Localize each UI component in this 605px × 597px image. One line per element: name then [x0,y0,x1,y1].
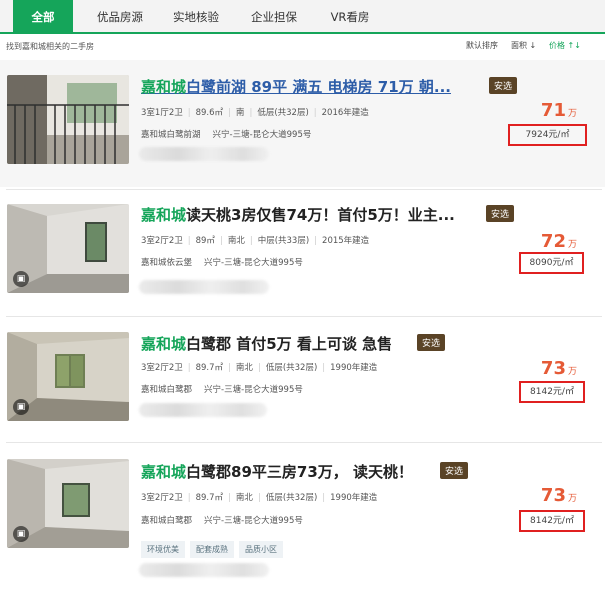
blurred-agent-info [139,147,269,161]
layout: 3室2厅2卫 [141,236,183,246]
tag: 环境优美 [141,541,185,558]
sort-by-price[interactable]: 价格 ↑↓ [549,40,581,51]
listing-card[interactable]: ▣ 嘉和城白鹭郡89平三房73万， 读天桃！ 安选 3室2厅2卫 | 89.7㎡ | 南… [0,443,605,597]
listing-meta: 3室2厅2卫 | 89.7㎡ | 南北 | 低层(共32层) | 1990年建造 [141,363,378,373]
floor: 低层(共32层) [265,363,318,373]
area: 89.7㎡ [195,493,224,503]
anxuan-badge: 安选 [440,462,469,479]
listing-address: 嘉和城依云堡 兴宁-三塘-昆仑大道995号 [141,256,303,268]
title-text: 读天桃3房仅售74万！首付5万！业主... [186,206,455,224]
listing-card[interactable]: ▣ 嘉和城白鹭郡 首付5万 看上可谈 急售 安选 3室2厅2卫 | 89.7㎡ | 南北… [0,317,605,440]
tag: 配套成熟 [190,541,234,558]
listing-photo[interactable]: ▣ [7,332,129,421]
gallery-icon[interactable]: ▣ [13,271,29,287]
listing-title[interactable]: 嘉和城白鹭前湖 89平 满五 电梯房 71万 朝... [141,76,451,97]
community-link[interactable]: 嘉和城依云堡 [141,258,192,268]
build-year: 2016年建造 [321,108,369,118]
build-year: 2015年建造 [322,236,370,246]
layout: 3室1厅2卫 [141,108,183,118]
build-year: 1990年建造 [330,493,378,503]
total-price: 71 万 [540,100,577,121]
area: 89㎡ [195,236,215,246]
orientation: 南 [235,108,245,118]
listing-meta: 3室1厅2卫 | 89.6㎡ | 南 | 低层(共32层) | 2016年建造 [141,108,369,118]
sort-by-area[interactable]: 面积 ↓ [511,40,536,51]
total-price: 72 万 [540,231,577,252]
tag: 品质小区 [239,541,283,558]
build-year: 1990年建造 [330,363,378,373]
title-keyword: 嘉和城 [141,206,187,224]
gallery-icon[interactable]: ▣ [13,526,29,542]
anxuan-badge: 安选 [486,205,515,222]
listing-address: 嘉和城白鹭郡 兴宁-三塘-昆仑大道995号 [141,383,303,395]
floor: 低层(共32层) [257,108,309,118]
tab-vr-viewing[interactable]: VR看房 [318,0,382,34]
total-price: 73 万 [540,358,577,379]
feature-tags: 环境优美 配套成熟 品质小区 [141,537,288,558]
listing-photo[interactable]: ▣ [7,459,129,548]
tab-onsite-verified[interactable]: 实地核验 [164,0,228,34]
listing-title[interactable]: 嘉和城白鹭郡 首付5万 看上可谈 急售 [141,333,392,354]
address-text: 兴宁-三塘-昆仑大道995号 [212,130,312,140]
gallery-icon[interactable]: ▣ [13,399,29,415]
anxuan-badge: 安选 [417,334,446,351]
unit-price: 8090元/㎡ [519,252,584,274]
listing-card[interactable]: ▣ 嘉和城读天桃3房仅售74万！首付5万！业主... 安选 3室2厅2卫 | 89㎡… [0,190,605,316]
listing-photo[interactable] [7,75,129,164]
floor: 低层(共32层) [265,493,318,503]
total-price: 73 万 [540,485,577,506]
unit-price: 8142元/㎡ [519,381,585,403]
listing-title[interactable]: 嘉和城读天桃3房仅售74万！首付5万！业主... [141,204,455,225]
orientation: 南北 [235,493,253,503]
tab-enterprise-guarantee[interactable]: 企业担保 [242,0,306,34]
address-text: 兴宁-三塘-昆仑大道995号 [204,385,303,395]
title-keyword: 嘉和城 [141,463,187,481]
address-text: 兴宁-三塘-昆仑大道995号 [204,258,303,268]
result-hint: 找到嘉和城相关的二手房 [6,42,94,51]
orientation: 南北 [235,363,253,373]
title-text: 白鹭前湖 89平 满五 电梯房 71万 朝... [186,78,451,96]
community-link[interactable]: 嘉和城白鹭前湖 [141,130,201,140]
community-link[interactable]: 嘉和城白鹭郡 [141,385,192,395]
sort-default[interactable]: 默认排序 [466,40,498,51]
listing-title[interactable]: 嘉和城白鹭郡89平三房73万， 读天桃！ [141,461,413,482]
blurred-agent-info [139,563,269,577]
listing-card[interactable]: 嘉和城白鹭前湖 89平 满五 电梯房 71万 朝... 安选 3室1厅2卫 | 89… [0,60,605,187]
tab-bar: 全部 优品房源 实地核验 企业担保 VR看房 [0,0,605,34]
listing-photo[interactable]: ▣ [7,204,129,293]
listing-meta: 3室2厅2卫 | 89㎡ | 南北 | 中层(共33层) | 2015年建造 [141,236,370,246]
title-keyword: 嘉和城 [141,335,187,353]
community-link[interactable]: 嘉和城白鹭郡 [141,516,192,526]
floor: 中层(共33层) [257,236,310,246]
title-text: 白鹭郡89平三房73万， 读天桃！ [186,463,413,481]
listing-address: 嘉和城白鹭郡 兴宁-三塘-昆仑大道995号 [141,514,303,526]
listing-address: 嘉和城白鹭前湖 兴宁-三塘-昆仑大道995号 [141,128,311,140]
tab-all[interactable]: 全部 [13,0,73,34]
title-keyword: 嘉和城 [141,78,187,96]
area: 89.6㎡ [195,108,224,118]
tab-quality-listings[interactable]: 优品房源 [88,0,152,34]
filter-bar: 找到嘉和城相关的二手房 默认排序 面积 ↓ 价格 ↑↓ [0,36,605,56]
layout: 3室2厅2卫 [141,363,183,373]
title-text: 白鹭郡 首付5万 看上可谈 急售 [186,335,393,353]
orientation: 南北 [227,236,245,246]
unit-price: 8142元/㎡ [519,510,585,532]
anxuan-badge: 安选 [489,77,518,94]
unit-price: 7924元/㎡ [508,124,587,146]
listing-meta: 3室2厅2卫 | 89.7㎡ | 南北 | 低层(共32层) | 1990年建造 [141,493,378,503]
layout: 3室2厅2卫 [141,493,183,503]
area: 89.7㎡ [195,363,224,373]
blurred-agent-info [139,280,269,294]
address-text: 兴宁-三塘-昆仑大道995号 [204,516,303,526]
blurred-agent-info [139,403,267,417]
